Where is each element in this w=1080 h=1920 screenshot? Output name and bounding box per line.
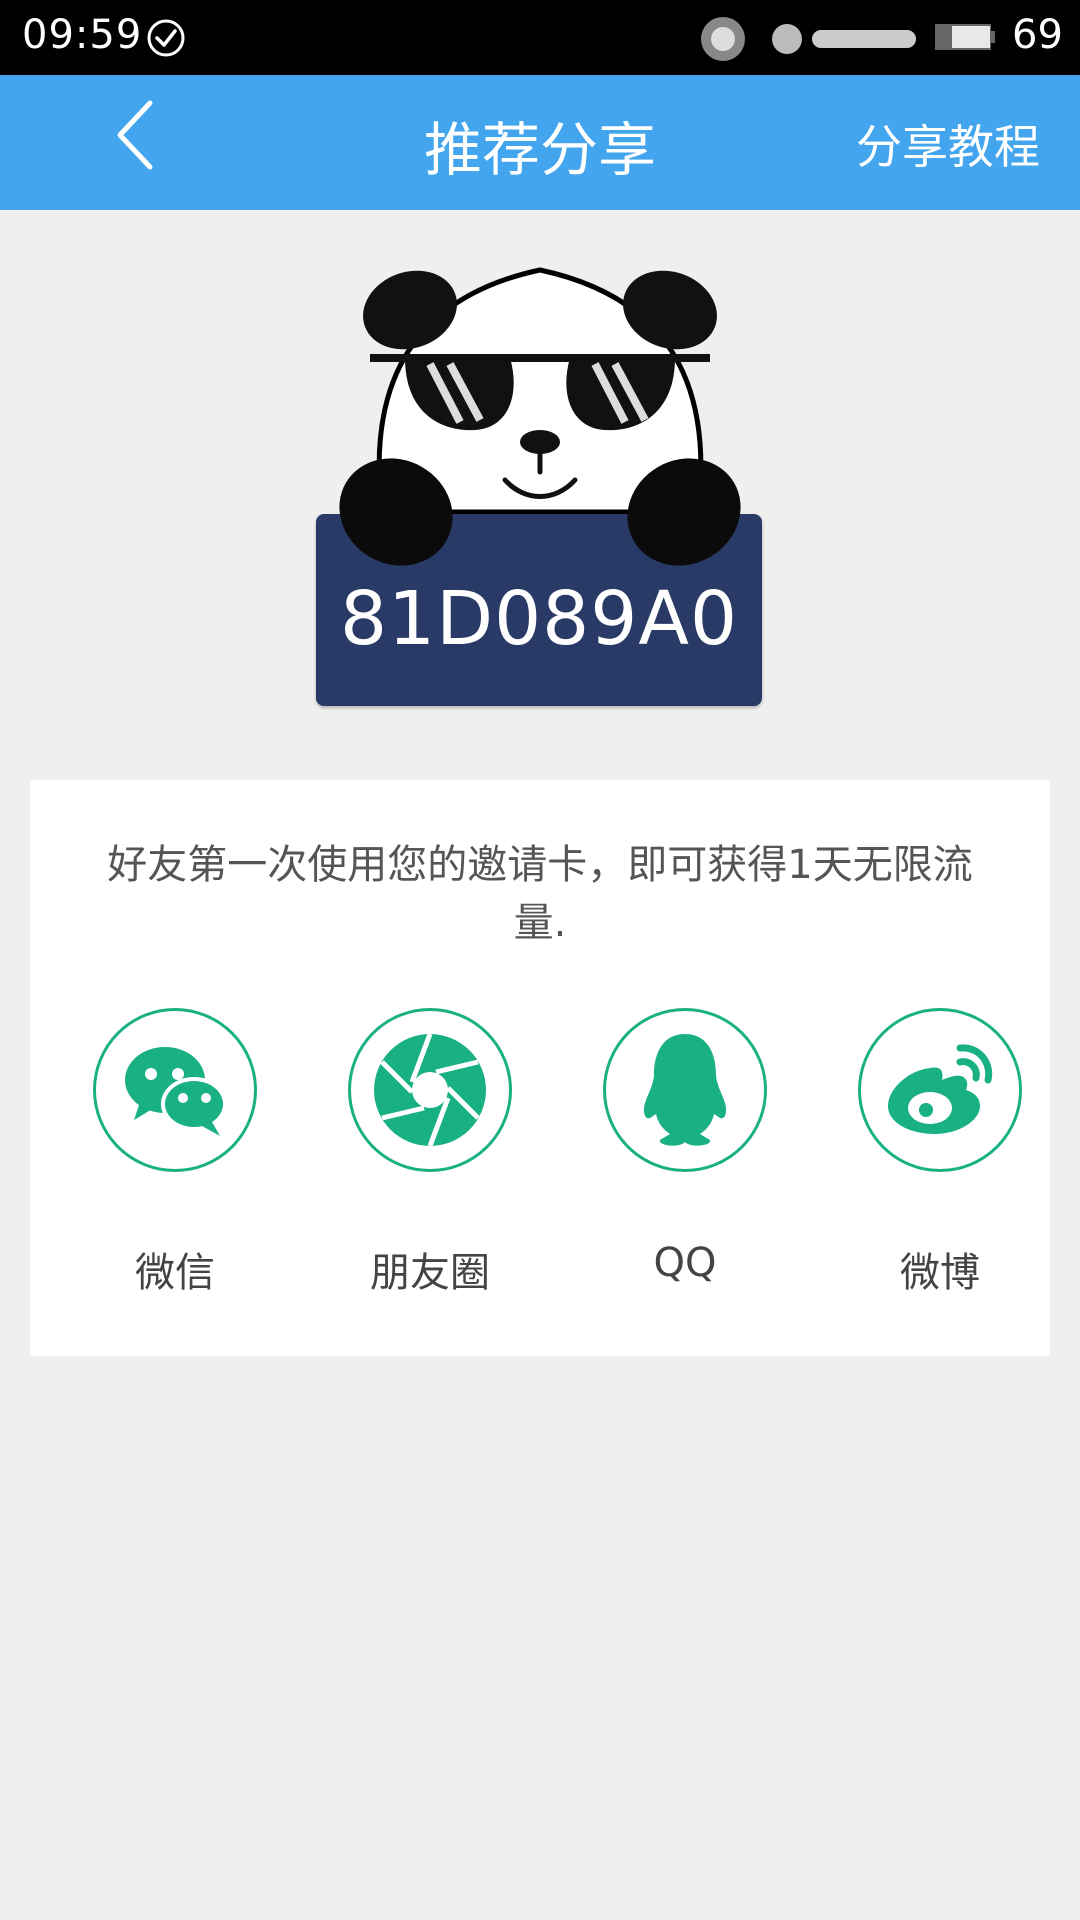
share-moments-button[interactable]: 朋友圈 [345,1008,515,1298]
wechat-icon [125,1047,227,1136]
invite-code: 81D089A0 [339,576,739,662]
sync-check-icon [147,19,185,57]
app-bar: 推荐分享 分享教程 [0,75,1080,210]
share-qq-label: QQ [653,1240,717,1286]
share-moments-label: 朋友圈 [370,1250,490,1296]
share-icon-circle [348,1008,512,1172]
share-wechat-button[interactable]: 微信 [90,1008,260,1298]
notification-ring-icon [701,17,745,61]
qq-icon [643,1034,727,1146]
share-icon-circle [603,1008,767,1172]
share-icon-circle [93,1008,257,1172]
share-tutorial-link[interactable]: 分享教程 [856,111,1040,177]
share-weibo-label: 微博 [900,1250,980,1296]
status-bar: 09:59 69 [0,0,1080,75]
share-icon-circle [858,1008,1022,1172]
moments-icon [374,1033,486,1147]
weibo-icon [888,1044,993,1134]
share-wechat-label: 微信 [135,1250,215,1296]
battery-icon [935,24,995,50]
share-weibo-button[interactable]: 微博 [855,1008,1025,1298]
signal-bar-icon [812,30,916,48]
status-time: 09:59 [22,12,143,58]
signal-dot-icon [772,24,802,54]
invite-description: 好友第一次使用您的邀请卡，即可获得1天无限流量. [107,842,973,946]
share-panel: 好友第一次使用您的邀请卡，即可获得1天无限流量. 微信 朋友圈 QQ 微博 [30,780,1050,1356]
share-qq-button[interactable]: QQ [600,1008,770,1286]
battery-level: 69 [1012,12,1063,58]
